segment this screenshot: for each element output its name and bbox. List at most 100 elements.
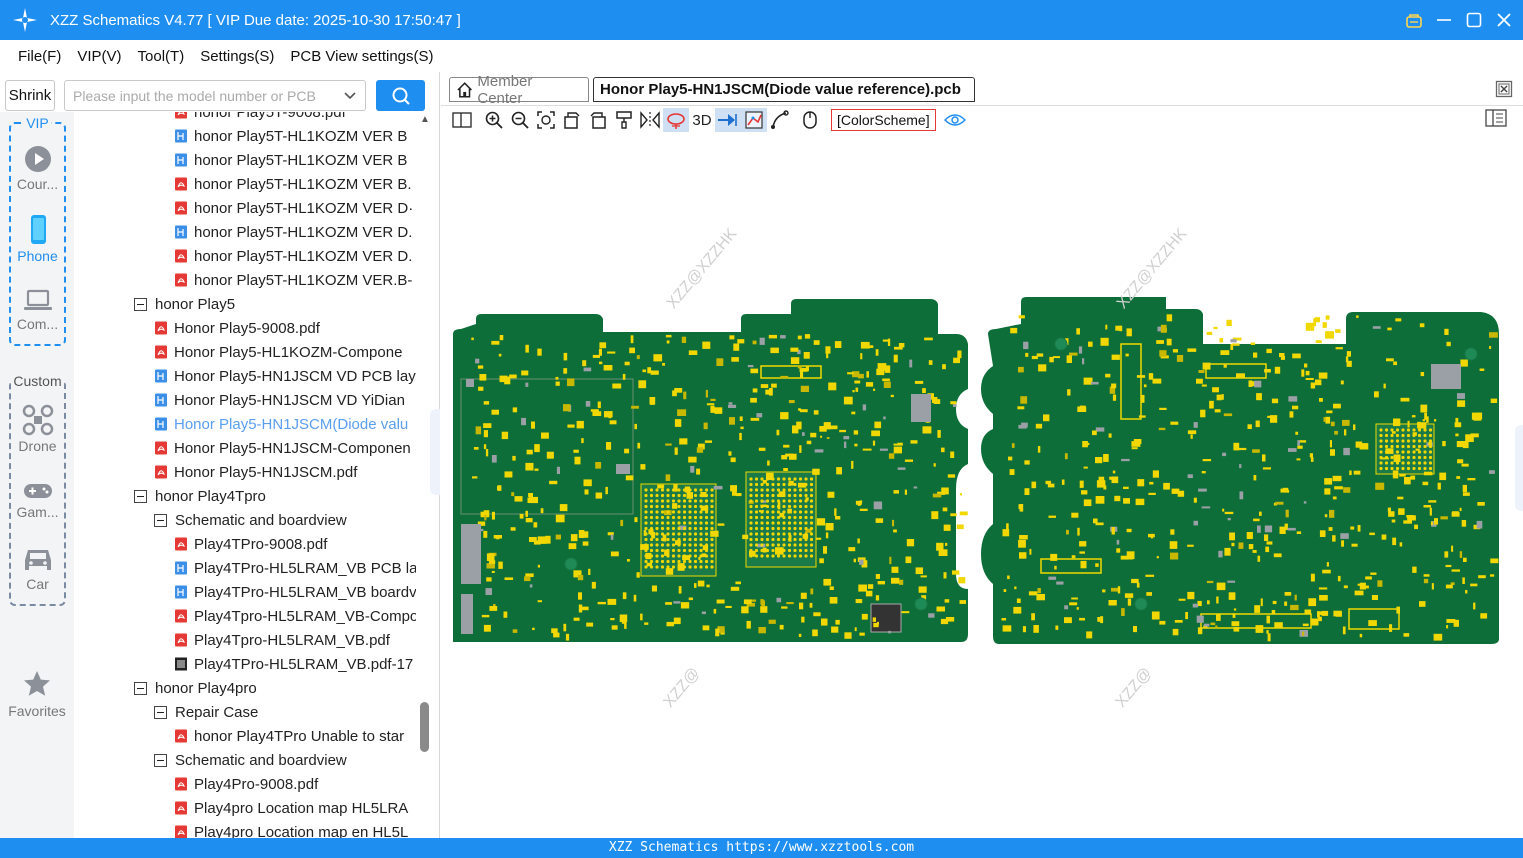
menu-vip[interactable]: VIP(V) [77, 48, 121, 65]
menu-pcb-view-settings[interactable]: PCB View settings(S) [290, 48, 433, 65]
right-splitter-handle[interactable] [1515, 425, 1523, 511]
side-panel-toggle-icon[interactable] [1485, 109, 1507, 132]
pcb-pad [1440, 516, 1448, 520]
search-button[interactable] [376, 80, 425, 111]
tab-member-center[interactable]: Member Center [449, 73, 589, 107]
bga-pad [704, 510, 709, 514]
view-3d-button[interactable]: 3D [689, 112, 715, 129]
tree-file[interactable]: Play4TPro-HL5LRAM_VB.pdf-17 [174, 652, 416, 676]
tree-file[interactable]: honor Play5T-HL1KOZM VER.B- [174, 268, 416, 292]
tree-file[interactable]: Honor Play5-9008.pdf [154, 316, 416, 340]
tree-file[interactable]: Play4TPro-9008.pdf [174, 532, 416, 556]
tree-file[interactable]: Honor Play5-HN1JSCM VD PCB lay [154, 364, 416, 388]
category-drone[interactable]: Drone [11, 404, 64, 454]
category-computer[interactable]: Com... [11, 288, 64, 332]
flip-board-icon[interactable] [663, 108, 689, 132]
bga-pad [704, 493, 709, 498]
pcb-pad [937, 430, 941, 438]
tree-file[interactable]: Play4Tpro-HL5LRAM_VB.pdf [174, 628, 416, 652]
tree-file[interactable]: honor Play4TPro Unable to star [174, 724, 416, 748]
tree-file[interactable]: Honor Play5-HN1JSCM.pdf [154, 460, 416, 484]
tree-file[interactable]: Play4TPro-HL5LRAM_VB boardv [174, 580, 416, 604]
measure-line-icon[interactable] [767, 108, 793, 132]
tree-folder[interactable]: Repair Case [154, 700, 416, 724]
category-car[interactable]: Car [11, 546, 64, 592]
zoom-out-icon[interactable] [507, 108, 533, 132]
collapse-icon[interactable] [154, 705, 167, 719]
favorites-button[interactable]: Favorites [0, 669, 74, 719]
pcb-pad [563, 368, 568, 374]
tree-file[interactable]: honor Play5T-HL1KOZM VER D· [174, 196, 416, 220]
tree-file[interactable]: Honor Play5-HN1JSCM VD YiDian [154, 388, 416, 412]
trace-view-icon[interactable] [741, 108, 767, 132]
panel-splitter-handle[interactable] [430, 409, 440, 495]
collapse-icon[interactable] [134, 489, 147, 503]
category-phone[interactable]: Phone [11, 214, 64, 264]
pcb-canvas[interactable]: XZZ@XZZHK XZZ@XZZHK XZZ@ XZZ@ [441, 134, 1523, 838]
tree-file[interactable]: Play4pro Location map HL5LRA [174, 796, 416, 820]
category-game[interactable]: Gam... [11, 480, 64, 520]
visibility-eye-icon[interactable] [942, 108, 968, 132]
pcb-pad [620, 519, 624, 527]
tree-folder[interactable]: honor Play4pro [134, 676, 416, 700]
close-all-tabs-icon[interactable] [1495, 80, 1513, 103]
net-highlight-icon[interactable] [715, 108, 741, 132]
tree-file[interactable]: honor Play5T-HL1KOZM VER B [174, 148, 416, 172]
pcb-pad [816, 518, 826, 526]
pcb-pad [1029, 548, 1032, 555]
pcb-pad [1008, 456, 1013, 461]
pcb-pad [812, 468, 820, 475]
search-input[interactable]: Please input the model number or PCB [64, 80, 366, 111]
chevron-down-icon[interactable] [343, 89, 357, 103]
tab-pcb-file[interactable]: Honor Play5-HN1JSCM(Diode value referenc… [593, 77, 975, 102]
minimize-icon[interactable] [1435, 11, 1453, 29]
vip-lock-icon[interactable] [1405, 11, 1423, 29]
color-scheme-button[interactable]: [ColorScheme] [831, 109, 936, 131]
tree-file[interactable]: Honor Play5-HN1JSCM(Diode valu [154, 412, 416, 436]
tree-file[interactable]: honor Play5T-HL1KOZM VER D. [174, 220, 416, 244]
tree-folder[interactable]: Schematic and boardview [154, 748, 416, 772]
scroll-up-icon[interactable]: ▲ [420, 114, 430, 125]
bga-pad [771, 537, 775, 542]
menu-tool[interactable]: Tool(T) [138, 48, 185, 65]
toggle-panel-icon[interactable] [449, 108, 475, 132]
collapse-icon[interactable] [154, 513, 167, 527]
tree-file[interactable]: honor Play5T-9008.pdf [174, 112, 416, 124]
mirror-icon[interactable] [637, 108, 663, 132]
pcb-pad [950, 513, 957, 517]
collapse-icon[interactable] [134, 681, 147, 695]
tree-folder[interactable]: Schematic and boardview [154, 508, 416, 532]
tree-file[interactable]: honor Play5T-HL1KOZM VER B [174, 124, 416, 148]
tree-folder[interactable]: honor Play5 [134, 292, 416, 316]
close-icon[interactable] [1495, 11, 1513, 29]
collapse-icon[interactable] [154, 753, 167, 767]
tree-file[interactable]: Honor Play5-HL1KOZM-Compone [154, 340, 416, 364]
tree-file[interactable]: Play4TPro-HL5LRAM_VB PCB la [174, 556, 416, 580]
fit-view-icon[interactable] [533, 108, 559, 132]
maximize-icon[interactable] [1465, 11, 1483, 29]
menu-file[interactable]: File(F) [18, 48, 61, 65]
pcb-pad [1444, 551, 1449, 558]
tree-file[interactable]: Honor Play5-HN1JSCM-Componen [154, 436, 416, 460]
mouse-mode-icon[interactable] [797, 108, 823, 132]
category-course[interactable]: Cour... [11, 144, 64, 192]
pcb-pad [545, 535, 551, 544]
tree-file[interactable]: honor Play5T-HL1KOZM VER D. [174, 244, 416, 268]
pcb-pad [1111, 354, 1120, 360]
file-tree[interactable]: honor Play5T-9008.pdf honor Play5T-HL1KOZ… [76, 112, 416, 838]
shrink-button[interactable]: Shrink [5, 80, 55, 111]
rotate-right-icon[interactable] [585, 108, 611, 132]
rotate-left-icon[interactable] [559, 108, 585, 132]
zoom-in-icon[interactable] [481, 108, 507, 132]
tree-file[interactable]: Play4Pro-9008.pdf [174, 772, 416, 796]
tree-file[interactable]: Play4Tpro-HL5LRAM_VB-Compo [174, 604, 416, 628]
format-painter-icon[interactable] [611, 108, 637, 132]
tree-file[interactable]: Play4pro Location map en HL5L [174, 820, 416, 838]
collapse-icon[interactable] [134, 297, 147, 311]
menu-settings[interactable]: Settings(S) [200, 48, 274, 65]
scrollbar-thumb[interactable] [420, 702, 429, 752]
tree-folder[interactable]: honor Play4Tpro [134, 484, 416, 508]
bga-pad [765, 543, 770, 547]
tree-file[interactable]: honor Play5T-HL1KOZM VER B. [174, 172, 416, 196]
pcb-board-drawing[interactable] [441, 134, 1523, 838]
